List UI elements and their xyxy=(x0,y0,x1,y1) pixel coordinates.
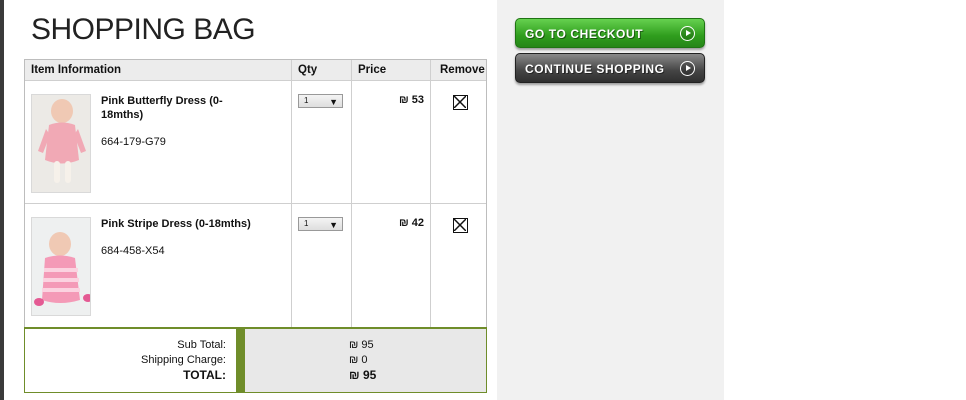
window-left-border xyxy=(0,0,4,400)
item-price: ₪ 42 xyxy=(398,217,424,229)
checkout-button-label: GO TO CHECKOUT xyxy=(525,27,644,41)
subtotal-label: Sub Total: xyxy=(177,339,226,351)
table-header: Item Information Qty Price Remove xyxy=(25,60,486,81)
header-remove: Remove xyxy=(440,64,485,76)
shipping-charge-value: ₪ 0 xyxy=(349,354,368,366)
item-name[interactable]: Pink Butterfly Dress (0-18mths) xyxy=(101,94,251,122)
baby-in-pink-stripe-dress-image xyxy=(32,218,90,315)
item-name[interactable]: Pink Stripe Dress (0-18mths) xyxy=(101,217,251,231)
product-image[interactable] xyxy=(31,217,91,316)
totals-values: ₪ 95 ₪ 0 ₪ 95 xyxy=(245,329,486,392)
close-box-icon xyxy=(454,219,466,231)
totals-divider xyxy=(236,329,245,392)
item-code: 664-179-G79 xyxy=(101,136,166,148)
shipping-charge-label: Shipping Charge: xyxy=(140,354,226,366)
total-label: TOTAL: xyxy=(183,368,226,382)
item-information-cell: Pink Butterfly Dress (0-18mths) 664-179-… xyxy=(25,81,292,203)
qty-cell: 1 ▼ xyxy=(292,81,352,203)
item-code: 684-458-X54 xyxy=(101,245,165,257)
continue-shopping-button[interactable]: CONTINUE SHOPPING xyxy=(515,53,705,83)
checkout-sidebar: GO TO CHECKOUT CONTINUE SHOPPING xyxy=(497,0,724,400)
price-cell: ₪ 53 xyxy=(352,81,431,203)
item-information-cell: Pink Stripe Dress (0-18mths) 684-458-X54 xyxy=(25,204,292,327)
close-box-icon xyxy=(454,96,466,108)
header-item-information: Item Information xyxy=(25,60,292,80)
bag-table: Item Information Qty Price Remove Pink B… xyxy=(24,59,487,327)
triangle-down-icon: ▼ xyxy=(329,220,338,230)
table-row: Pink Butterfly Dress (0-18mths) 664-179-… xyxy=(25,81,486,204)
go-to-checkout-button[interactable]: GO TO CHECKOUT xyxy=(515,18,705,48)
price-cell: ₪ 42 xyxy=(352,204,431,327)
remove-item-button[interactable] xyxy=(453,95,468,110)
qty-select[interactable]: 1 ▼ xyxy=(298,217,343,231)
arrow-circle-right-icon xyxy=(680,61,695,76)
product-image[interactable] xyxy=(31,94,91,193)
remove-item-button[interactable] xyxy=(453,218,468,233)
remove-cell xyxy=(431,204,486,327)
continue-button-label: CONTINUE SHOPPING xyxy=(525,62,665,76)
table-row: Pink Stripe Dress (0-18mths) 684-458-X54… xyxy=(25,204,486,327)
total-value: ₪ 95 xyxy=(349,368,377,382)
shopping-bag: Item Information Qty Price Remove Pink B… xyxy=(24,59,487,393)
qty-value: 1 xyxy=(304,96,309,105)
subtotal-value: ₪ 95 xyxy=(349,339,374,351)
header-price: Price xyxy=(352,60,431,80)
arrow-circle-right-icon xyxy=(680,26,695,41)
qty-cell: 1 ▼ xyxy=(292,204,352,327)
triangle-down-icon: ▼ xyxy=(329,97,338,107)
page-title: SHOPPING BAG xyxy=(31,13,256,46)
order-totals: Sub Total: Shipping Charge: TOTAL: ₪ 95 … xyxy=(24,327,487,393)
header-qty: Qty xyxy=(292,60,352,80)
qty-value: 1 xyxy=(304,219,309,228)
totals-labels: Sub Total: Shipping Charge: TOTAL: xyxy=(25,329,236,392)
remove-cell xyxy=(431,81,486,203)
baby-in-pink-butterfly-dress-image xyxy=(32,95,90,192)
qty-select[interactable]: 1 ▼ xyxy=(298,94,343,108)
item-price: ₪ 53 xyxy=(398,94,424,106)
